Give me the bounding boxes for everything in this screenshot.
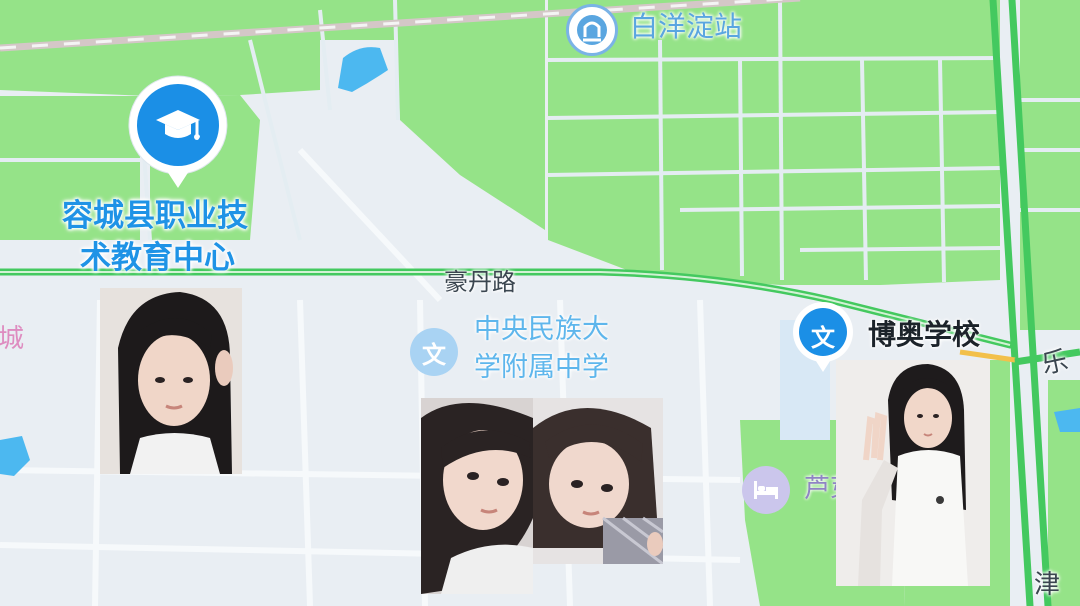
station-label[interactable]: 白洋淀站 (630, 10, 742, 43)
wen-school-icon: 文 (811, 324, 835, 352)
road-label-haodan: 豪丹路 (444, 268, 516, 296)
poi-label-vocational-line2[interactable]: 术教育中心 (80, 240, 235, 277)
poi-label-minzu-line2[interactable]: 学附属中学 (474, 352, 609, 384)
poi-label-boao[interactable]: 博奥学校 (868, 318, 980, 351)
photo-girl-middle-right[interactable] (533, 398, 663, 564)
hotel-bed-icon[interactable] (742, 466, 790, 514)
road-label-jin: 津 (1034, 570, 1061, 600)
poi-label-minzu-line1[interactable]: 中央民族大 (474, 314, 609, 346)
photo-girl-left[interactable] (100, 288, 242, 474)
poi-label-vocational-line1[interactable]: 容城县职业技 (62, 198, 248, 235)
wen-glyph: 文 (422, 340, 446, 369)
school-pin-vocational[interactable] (125, 72, 231, 190)
edge-label-cheng: 城 (0, 324, 25, 354)
train-station-icon[interactable] (566, 4, 618, 56)
wen-school-icon[interactable]: 文 (410, 328, 458, 376)
graduation-cap-icon (156, 110, 200, 140)
photo-girl-right[interactable] (836, 360, 990, 586)
map-canvas[interactable]: 容城县职业技 术教育中心 白洋淀站 豪丹路 文 中央民族大 学附属中学 文 博奥… (0, 0, 1080, 606)
photo-girl-middle-left[interactable] (421, 398, 533, 594)
